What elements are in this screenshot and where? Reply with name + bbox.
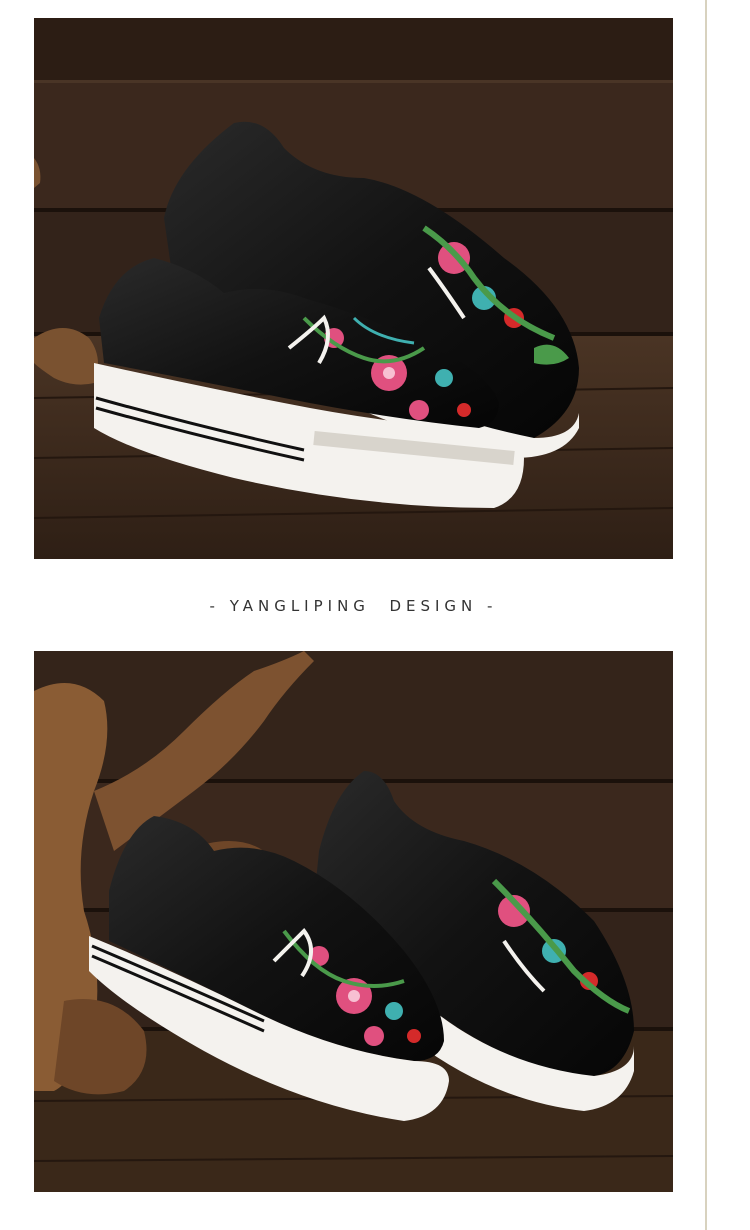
product-photo-bottom — [34, 651, 673, 1192]
shoe-pair-photo — [34, 18, 673, 559]
shoe-pair-with-driftwood-photo — [34, 651, 673, 1192]
right-edge-rule — [705, 0, 707, 1230]
brand-caption-text: - YANGLIPING DESIGN - — [209, 597, 498, 615]
brand-caption: - YANGLIPING DESIGN - — [34, 592, 673, 620]
product-photo-top — [34, 18, 673, 559]
